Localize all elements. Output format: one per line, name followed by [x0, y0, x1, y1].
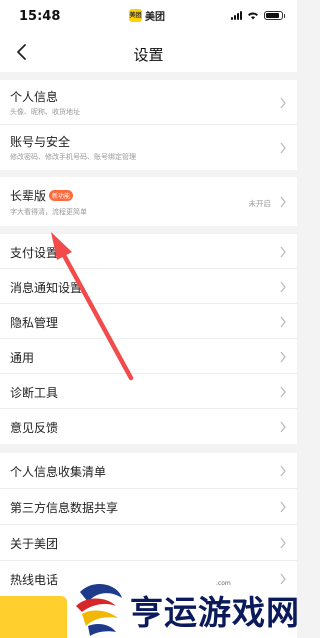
watermark-dotcom: .com: [216, 580, 231, 587]
watermark: 亨运游戏网 .com: [66, 578, 300, 638]
annotation-arrow-icon: [51, 232, 134, 381]
dragon-logo-icon: [76, 584, 122, 636]
watermark-text: 亨运游戏网: [130, 593, 300, 632]
